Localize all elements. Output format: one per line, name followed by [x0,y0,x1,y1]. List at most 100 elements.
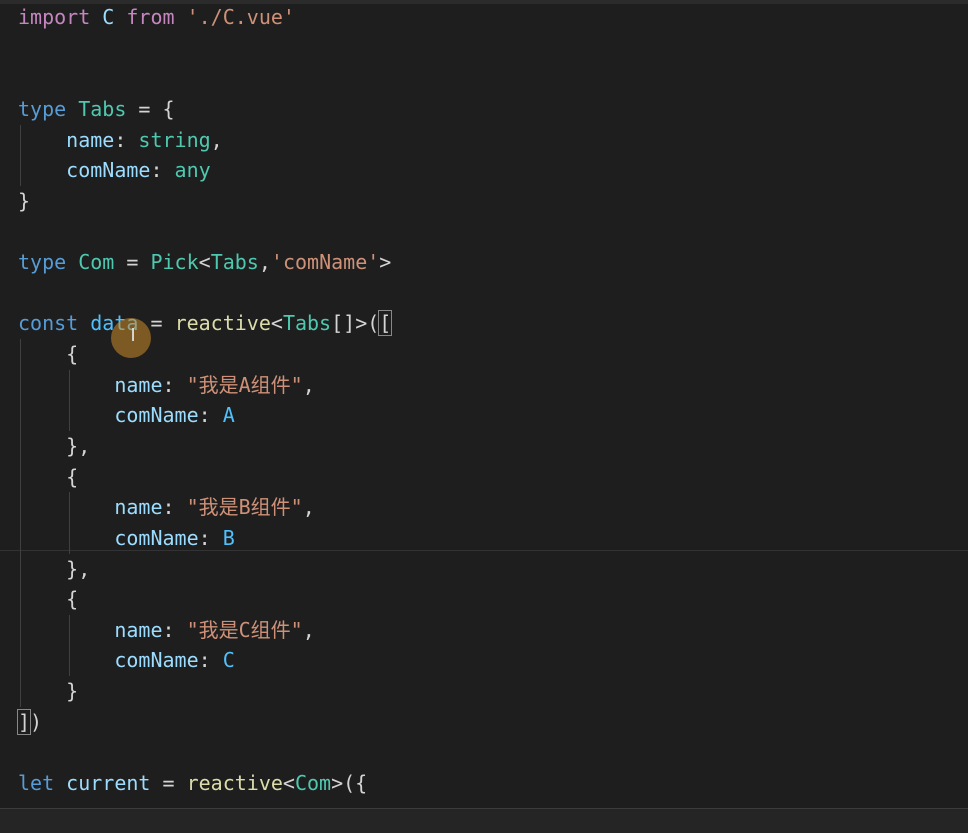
code-line[interactable]: type Tabs = { [18,94,968,125]
code-line[interactable]: type Com = Pick<Tabs,'comName'> [18,247,968,278]
code-line[interactable]: ]) [16,707,968,738]
code-token: = [114,250,151,275]
code-token: Pick [150,250,199,275]
code-token: , [302,617,315,642]
indent-guide [20,369,21,401]
code-token: "我是C组件" [186,617,303,642]
code-line[interactable]: } [18,676,968,707]
code-line[interactable]: let current = reactive<Com>({ [18,768,968,799]
code-lines[interactable]: import C from './C.vue' type Tabs = { na… [16,2,968,799]
code-line[interactable]: { [18,339,968,370]
code-token: 'comName' [270,250,380,275]
code-line[interactable]: const data = reactive<Tabs[]>([ [18,308,968,339]
indent-guide [69,369,70,401]
indent-guide [20,430,21,462]
code-token: : [162,372,187,397]
code-line[interactable] [18,63,968,94]
indent-guide [69,400,70,431]
code-editor[interactable]: import C from './C.vue' type Tabs = { na… [0,0,968,833]
indent-guide [20,522,21,554]
indent-guide [20,461,21,493]
code-token: : [114,127,139,152]
code-token: []>( [331,311,380,336]
code-token: } [18,188,31,213]
matching-bracket: ] [16,708,32,735]
code-token: Tabs [78,96,127,121]
code-token: comName [18,525,199,550]
code-token: B [222,525,235,550]
code-token: = { [126,96,175,121]
code-token: , [258,250,271,275]
code-token: >({ [331,771,368,796]
code-line[interactable]: comName: A [18,400,968,431]
code-line[interactable]: comName: B [18,522,968,554]
code-token: any [174,158,211,183]
code-line[interactable]: comName: any [18,155,968,186]
i-beam-cursor-icon: I [130,325,136,346]
code-token: , [302,495,315,520]
indent-guide [20,614,21,646]
code-token: './C.vue' [186,5,295,29]
code-token: Com [78,250,115,275]
code-line[interactable] [18,278,968,309]
code-token: }, [18,433,91,458]
code-token: comName [18,648,199,673]
code-token: reactive [186,771,283,796]
indent-guide [69,522,70,554]
code-token: string [138,127,211,152]
code-line[interactable]: name: "我是C组件", [18,614,968,646]
code-token: A [222,403,235,428]
code-line[interactable]: name: string, [18,124,968,156]
indent-guide [20,155,21,186]
code-line[interactable]: comName: C [18,645,968,677]
code-line[interactable]: } [18,186,968,217]
code-token: < [282,771,295,796]
code-token: = [150,771,187,796]
code-token: : [198,648,223,673]
code-token: name [18,495,163,520]
code-line[interactable]: }, [18,430,968,462]
code-token: } [18,679,79,704]
code-line[interactable] [18,33,968,64]
code-token: < [198,250,211,275]
indent-guide [20,339,21,370]
code-token: comName [18,403,199,428]
code-line[interactable]: name: "我是A组件", [18,369,968,401]
code-token: name [18,617,163,642]
code-token: C [90,5,127,29]
code-token: : [162,617,187,642]
code-token: < [270,311,283,336]
indent-guide [69,492,70,523]
indent-guide [69,645,70,677]
code-line[interactable] [18,216,968,247]
code-line[interactable]: { [18,461,968,493]
indent-guide [20,553,21,585]
code-token: type [18,96,67,121]
code-line[interactable]: import C from './C.vue' [18,2,968,33]
code-token: import [18,5,91,29]
code-token: type [18,250,67,275]
code-token: let [18,771,55,796]
code-line[interactable] [18,737,968,768]
code-token: { [18,342,79,367]
code-token: C [222,648,235,673]
code-token: Com [294,771,332,796]
code-token: from [126,5,175,29]
code-token: : [162,495,187,520]
code-line[interactable]: }, [18,553,968,585]
code-line[interactable]: { [18,584,968,615]
indent-guide [20,584,21,615]
code-token: : [150,158,175,183]
code-line[interactable]: name: "我是B组件", [18,492,968,523]
code-token: : [198,525,223,550]
indent-guide [20,645,21,677]
indent-guide [20,124,21,156]
code-token: { [18,587,79,612]
code-token: const [18,311,79,336]
matching-bracket: [ [378,310,393,337]
code-token: "我是B组件" [186,495,303,520]
